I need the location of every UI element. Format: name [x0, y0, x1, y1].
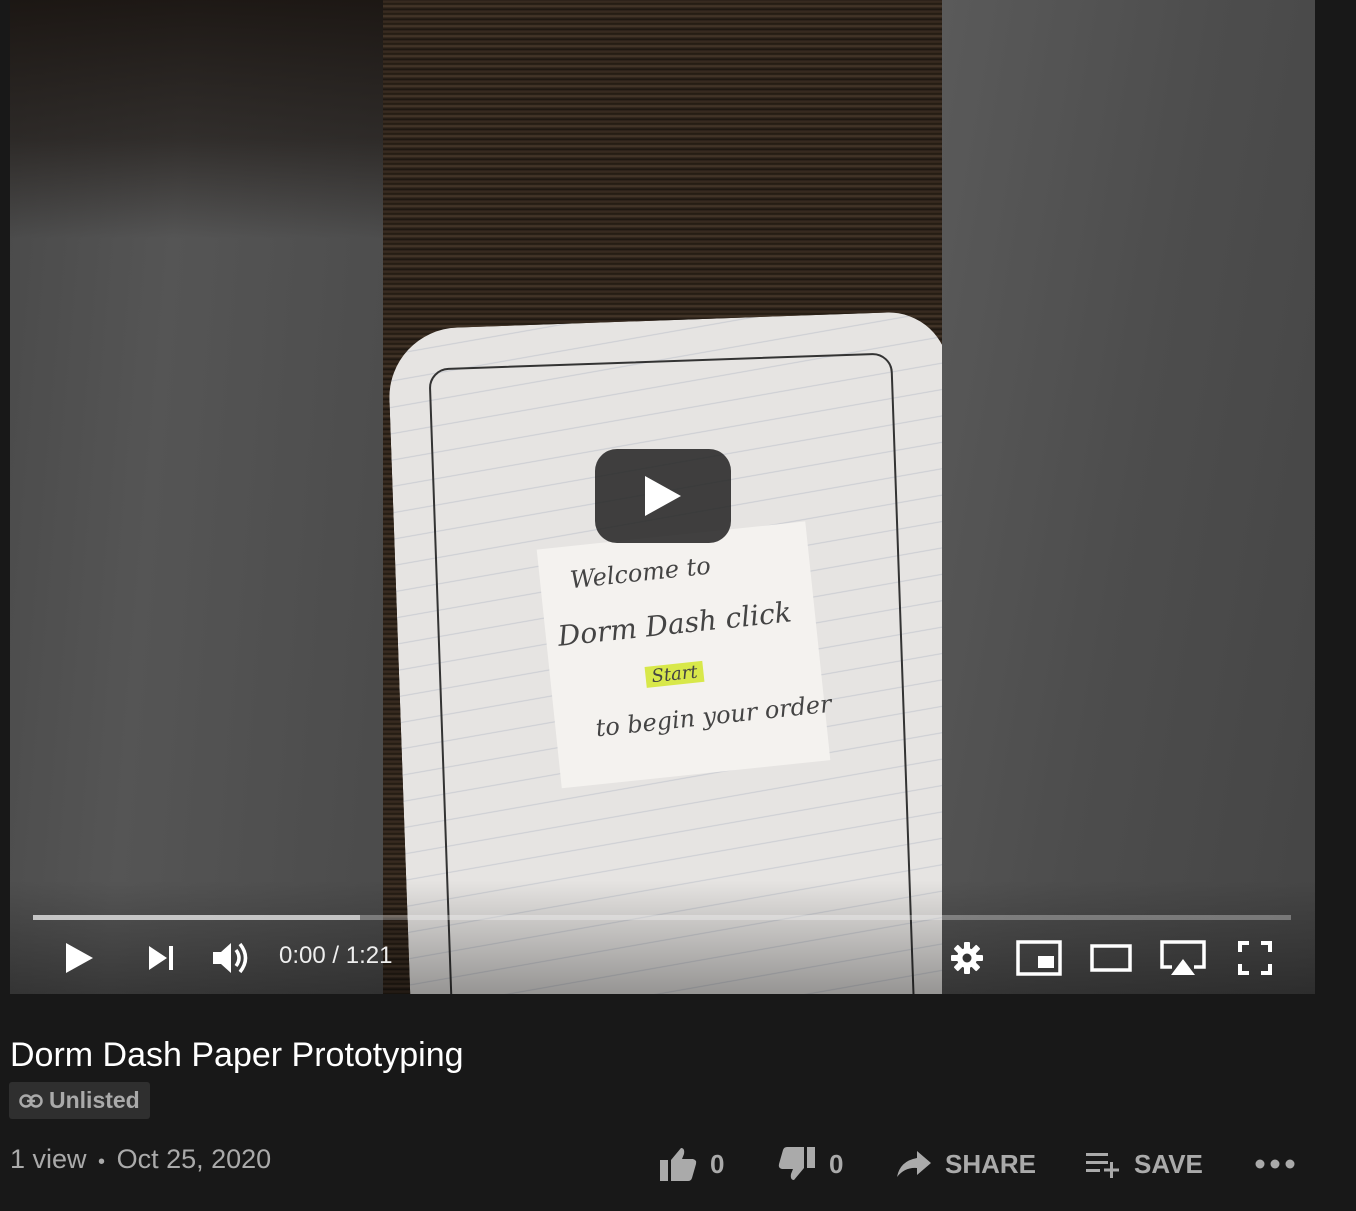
volume-button[interactable] [208, 933, 254, 983]
thumb-up-icon [660, 1148, 697, 1181]
privacy-badge: Unlisted [9, 1082, 150, 1119]
sticky-note: Welcome to Dorm Dash click Start to begi… [536, 521, 833, 789]
progress-bar[interactable] [33, 915, 1291, 920]
settings-button[interactable] [946, 933, 988, 983]
note-line-4: to begin your order [594, 689, 833, 743]
airplay-icon [1160, 940, 1206, 975]
video-meta: 1 view • Oct 25, 2020 [10, 1144, 271, 1175]
time-display: 0:00 / 1:21 [279, 942, 393, 969]
save-label: SAVE [1134, 1148, 1203, 1179]
video-blur-left [10, 0, 383, 994]
thumb-down-icon [778, 1147, 815, 1180]
link-icon [19, 1093, 43, 1108]
airplay-button[interactable] [1156, 933, 1210, 983]
privacy-label: Unlisted [49, 1087, 140, 1113]
miniplayer-button[interactable] [1014, 933, 1064, 983]
fullscreen-button[interactable] [1232, 933, 1278, 983]
video-player[interactable]: Welcome to Dorm Dash click Start to begi… [10, 0, 1315, 994]
miniplayer-icon [1016, 940, 1062, 976]
dislike-button[interactable]: 0 [777, 1142, 843, 1186]
video-title: Dorm Dash Paper Prototyping [10, 1036, 464, 1074]
volume-icon [213, 942, 248, 974]
fullscreen-icon [1238, 941, 1272, 975]
share-label: SHARE [945, 1148, 1037, 1179]
view-count: 1 view [10, 1144, 87, 1174]
share-icon [897, 1151, 931, 1177]
video-blur-right [942, 0, 1315, 994]
next-button[interactable] [136, 933, 186, 983]
large-play-button[interactable] [595, 449, 731, 543]
like-count: 0 [710, 1148, 725, 1179]
meta-separator: • [98, 1151, 106, 1173]
like-button[interactable]: 0 [658, 1142, 724, 1186]
playlist-add-icon [1086, 1153, 1119, 1178]
save-button[interactable]: SAVE [1084, 1142, 1203, 1186]
dislike-count: 0 [829, 1148, 844, 1179]
more-actions-button[interactable] [1254, 1142, 1296, 1186]
note-line-1: Welcome to [568, 551, 712, 595]
upload-date: Oct 25, 2020 [116, 1144, 272, 1174]
next-icon [149, 946, 173, 970]
note-line-2: Dorm Dash click [556, 595, 794, 653]
play-button[interactable] [53, 933, 105, 983]
theater-icon [1090, 944, 1132, 972]
play-icon [645, 476, 681, 516]
theater-mode-button[interactable] [1086, 933, 1136, 983]
note-line-3: Start [644, 660, 705, 688]
play-icon [66, 943, 93, 973]
more-icon [1255, 1159, 1295, 1169]
share-button[interactable]: SHARE [895, 1142, 1036, 1186]
settings-icon [951, 942, 983, 974]
buffered-bar [33, 915, 361, 920]
